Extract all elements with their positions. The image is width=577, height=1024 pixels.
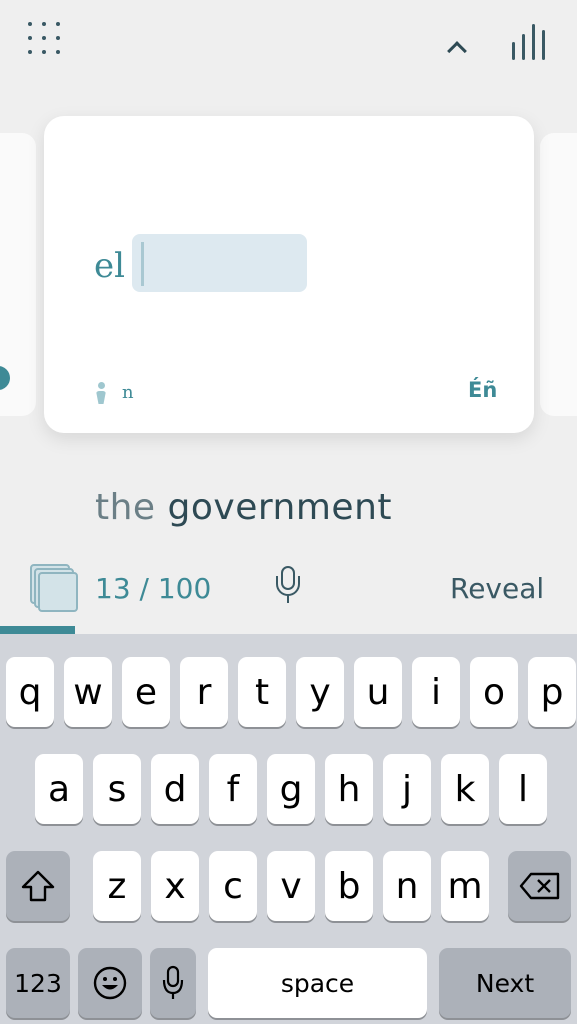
- card-stack-icon[interactable]: [28, 562, 80, 614]
- shift-key[interactable]: [6, 851, 70, 921]
- answer-input[interactable]: [132, 234, 307, 292]
- key-k[interactable]: k: [441, 754, 489, 824]
- key-e[interactable]: e: [122, 657, 170, 727]
- microphone-icon: [162, 965, 184, 999]
- language-toggle-button[interactable]: Éñ: [468, 378, 497, 402]
- card-article: el: [94, 246, 125, 286]
- key-c[interactable]: c: [209, 851, 257, 921]
- emoji-key[interactable]: [78, 948, 142, 1018]
- space-key[interactable]: space: [208, 948, 427, 1018]
- bar-chart-icon[interactable]: [510, 22, 550, 60]
- backspace-icon: [519, 872, 559, 900]
- key-f[interactable]: f: [209, 754, 257, 824]
- dictation-key[interactable]: [150, 948, 196, 1018]
- emoji-icon: [93, 966, 127, 1000]
- progress-counter: 13 / 100: [95, 572, 212, 605]
- key-n[interactable]: n: [383, 851, 431, 921]
- flashcard: el n Éñ: [44, 116, 534, 433]
- key-x[interactable]: x: [151, 851, 199, 921]
- next-card[interactable]: [540, 133, 577, 416]
- keyboard: 123 space Next qwertyuiop asdfghjkl zxcvbn…: [0, 634, 577, 1024]
- translation-article: the: [95, 487, 156, 528]
- key-p[interactable]: p: [528, 657, 576, 727]
- key-t[interactable]: t: [238, 657, 286, 727]
- key-d[interactable]: d: [151, 754, 199, 824]
- translation-word: government: [167, 487, 393, 528]
- text-cursor: [141, 242, 144, 286]
- session-progress-fill: [0, 626, 75, 634]
- key-u[interactable]: u: [354, 657, 402, 727]
- microphone-icon[interactable]: [272, 564, 306, 606]
- part-of-speech-label: n: [122, 382, 134, 403]
- key-j[interactable]: j: [383, 754, 431, 824]
- key-r[interactable]: r: [180, 657, 228, 727]
- key-g[interactable]: g: [267, 754, 315, 824]
- session-progress-bar: [0, 626, 577, 634]
- key-z[interactable]: z: [93, 851, 141, 921]
- key-h[interactable]: h: [325, 754, 373, 824]
- key-y[interactable]: y: [296, 657, 344, 727]
- numbers-key[interactable]: 123: [6, 948, 70, 1018]
- key-s[interactable]: s: [93, 754, 141, 824]
- key-w[interactable]: w: [64, 657, 112, 727]
- key-i[interactable]: i: [412, 657, 460, 727]
- key-b[interactable]: b: [325, 851, 373, 921]
- translation-text: the government: [95, 487, 392, 528]
- backspace-key[interactable]: [508, 851, 571, 921]
- reveal-button[interactable]: Reveal: [450, 572, 544, 605]
- key-l[interactable]: l: [499, 754, 547, 824]
- key-m[interactable]: m: [441, 851, 489, 921]
- key-a[interactable]: a: [35, 754, 83, 824]
- next-key[interactable]: Next: [439, 948, 571, 1018]
- key-q[interactable]: q: [6, 657, 54, 727]
- chevron-up-icon[interactable]: [447, 41, 467, 61]
- top-bar: [0, 0, 577, 90]
- key-o[interactable]: o: [470, 657, 518, 727]
- person-icon: [95, 382, 107, 406]
- shift-icon: [21, 870, 55, 902]
- grid-menu-icon[interactable]: [28, 22, 68, 62]
- key-v[interactable]: v: [267, 851, 315, 921]
